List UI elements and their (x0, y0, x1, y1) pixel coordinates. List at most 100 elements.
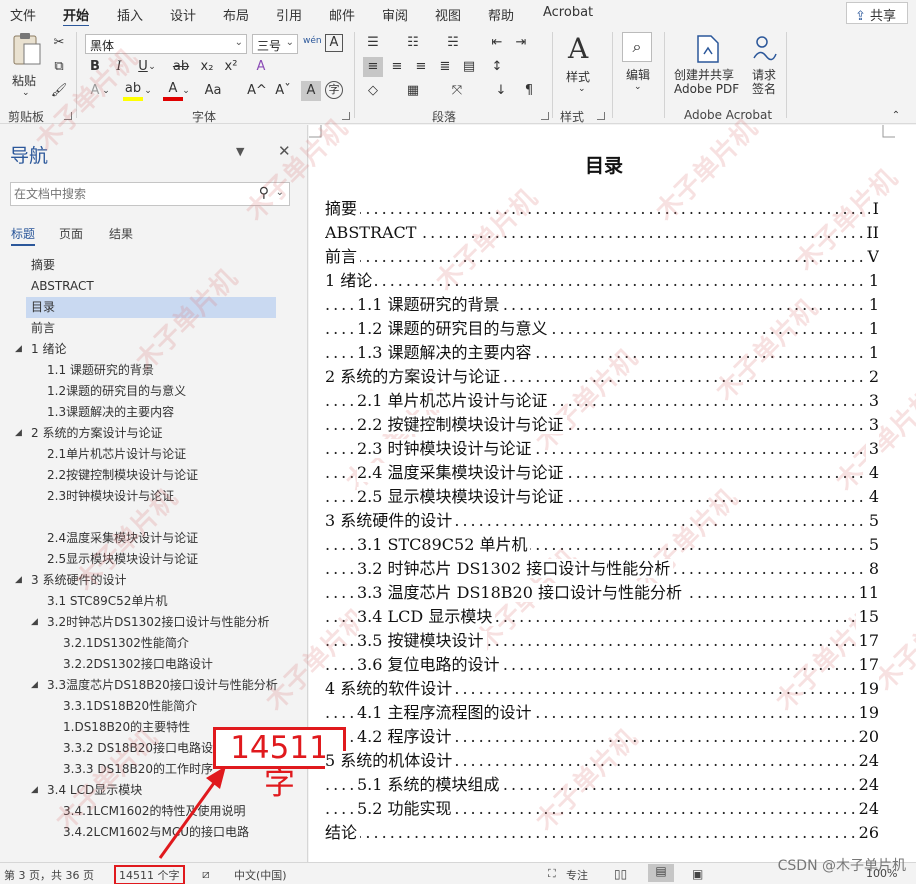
cut-icon[interactable]: ✂ (49, 33, 69, 53)
toc-entry[interactable]: ........................................… (325, 749, 879, 773)
proofing-icon[interactable]: ⧄ (202, 867, 210, 882)
nav-search-input[interactable] (11, 183, 241, 205)
tab-acrobat[interactable]: Acrobat (543, 5, 593, 20)
nav-heading-item[interactable]: 2.1单片机芯片设计与论证 (0, 444, 300, 465)
styles-launcher-icon[interactable] (597, 112, 605, 120)
toc-entry[interactable]: ........................................… (325, 701, 879, 725)
search-icon[interactable]: ⚲ (259, 185, 269, 201)
toc-entry[interactable]: ........................................… (325, 629, 879, 653)
toc-entry[interactable]: ........................................… (325, 605, 879, 629)
toc-entry[interactable]: ........................................… (325, 821, 879, 845)
nav-heading-item[interactable]: ◢ 2 系统的方案设计与论证 (0, 423, 300, 444)
nav-heading-item[interactable]: 1.1 课题研究的背景 (0, 360, 300, 381)
toc-entry[interactable]: ........................................… (325, 197, 879, 221)
toc-entry[interactable]: ........................................… (325, 725, 879, 749)
tab-layout[interactable]: 布局 (223, 5, 249, 24)
phonetic-guide-icon[interactable]: wén (303, 33, 322, 49)
toc-entry[interactable]: ........................................… (325, 509, 879, 533)
toc-entry[interactable]: ........................................… (325, 365, 879, 389)
toc-entry[interactable]: ........................................… (325, 557, 879, 581)
distributed-icon[interactable]: ▤ (459, 57, 479, 77)
toc-entry[interactable]: ........................................… (325, 413, 879, 437)
show-marks-icon[interactable]: ¶ (519, 81, 539, 101)
collapse-arrow-icon[interactable]: ◢ (31, 780, 38, 801)
editing-button[interactable]: ⌕ 编辑 ⌄ (620, 32, 656, 102)
highlight-icon[interactable]: ab (123, 81, 143, 101)
align-left-icon[interactable]: ≡ (363, 57, 383, 77)
read-mode-icon[interactable]: ▯▯ (614, 867, 627, 881)
close-icon[interactable]: ✕ (278, 142, 291, 160)
toc-entry[interactable]: ........................................… (325, 245, 879, 269)
paragraph-launcher-icon[interactable] (541, 112, 549, 120)
collapse-arrow-icon[interactable]: ◢ (15, 570, 22, 591)
shading-icon[interactable]: ◇ (363, 81, 383, 101)
increase-indent-icon[interactable]: ⇥ (511, 33, 531, 53)
change-case-button[interactable]: Aa (201, 81, 225, 101)
toc-entry[interactable]: ........................................… (325, 677, 879, 701)
nav-heading-item[interactable]: 1.3课题解决的主要内容 (0, 402, 300, 423)
borders-icon[interactable]: ▦ (403, 81, 423, 101)
toc-entry[interactable]: ........................................… (325, 437, 879, 461)
styles-button[interactable]: A 样式 ⌄ (562, 32, 602, 102)
font-launcher-icon[interactable] (342, 112, 350, 120)
nav-heading-item[interactable]: ◢ 3.2时钟芯片DS1302接口设计与性能分析 (0, 612, 300, 633)
nav-heading-item[interactable]: 前言 (0, 318, 300, 339)
bold-button[interactable]: B (85, 57, 105, 77)
share-button[interactable]: ⇪ 共享 (846, 2, 908, 24)
nav-heading-item[interactable]: 2.3时钟模块设计与论证 (0, 486, 300, 507)
nav-heading-item[interactable]: 2.4温度采集模块设计与论证 (0, 528, 300, 549)
collapse-arrow-icon[interactable]: ◢ (31, 612, 38, 633)
nav-heading-item[interactable]: 目录 (26, 297, 276, 318)
create-share-pdf-button[interactable]: 创建并共享 Adobe PDF (672, 32, 744, 102)
nav-heading-item[interactable]: 2.2按键控制模块设计与论证 (0, 465, 300, 486)
chevron-down-icon[interactable]: ⌄ (147, 57, 157, 77)
chevron-down-icon[interactable]: ⌄ (276, 187, 284, 198)
nav-tab-headings[interactable]: 标题 (11, 225, 36, 246)
numbering-icon[interactable]: ☷ (403, 33, 423, 53)
shrink-font-button[interactable]: Aˇ (273, 81, 293, 101)
multilevel-list-icon[interactable]: ☵ (443, 33, 463, 53)
toc-entry[interactable]: ........................................… (325, 269, 879, 293)
word-count[interactable]: 14511 个字 (114, 865, 185, 884)
print-layout-icon[interactable]: ▤ (648, 864, 674, 882)
nav-options-icon[interactable]: ▼ (236, 145, 244, 158)
request-signature-button[interactable]: 请求 签名 (748, 32, 782, 102)
toc-entry[interactable]: ........................................… (325, 389, 879, 413)
decrease-indent-icon[interactable]: ⇤ (487, 33, 507, 53)
nav-heading-item[interactable]: 3.1 STC89C52单片机 (0, 591, 300, 612)
focus-icon[interactable]: ⛶ (548, 867, 556, 881)
focus-label[interactable]: 专注 (566, 867, 588, 883)
clear-format-icon[interactable]: A (251, 57, 271, 77)
italic-button[interactable]: I (109, 57, 129, 77)
chinese-layout-icon[interactable]: ⤧ (447, 81, 467, 101)
toc-entry[interactable]: ........................................… (325, 293, 879, 317)
nav-tab-pages[interactable]: 页面 (59, 225, 83, 242)
subscript-button[interactable]: x₂ (197, 57, 217, 77)
nav-tab-results[interactable]: 结果 (109, 225, 133, 242)
font-color-icon[interactable]: A (163, 81, 183, 101)
nav-heading-item[interactable]: ◢ 3 系统硬件的设计 (0, 570, 300, 591)
nav-heading-item[interactable]: ◢ 3.4 LCD显示模块 (0, 780, 300, 801)
tab-mailings[interactable]: 邮件 (329, 5, 355, 24)
toc-entry[interactable]: ........................................… (325, 221, 879, 245)
font-size-select[interactable]: 三号 ⌄ (252, 34, 298, 54)
paste-button[interactable]: 粘贴 ⌄ (8, 32, 44, 98)
nav-heading-item[interactable]: ◢ 3.3温度芯片DS18B20接口设计与性能分析 (0, 675, 300, 696)
nav-heading-item[interactable]: 3.4.2LCM1602与MCU的接口电路 (0, 822, 300, 843)
bullets-icon[interactable]: ☰ (363, 33, 383, 53)
nav-heading-item[interactable]: ◢ 1 绪论 (0, 339, 300, 360)
grow-font-button[interactable]: A^ (247, 81, 267, 101)
align-right-icon[interactable]: ≡ (411, 57, 431, 77)
tab-insert[interactable]: 插入 (117, 5, 143, 24)
chevron-down-icon[interactable]: ⌄ (101, 81, 111, 101)
font-name-select[interactable]: 黑体 ⌄ (85, 34, 247, 54)
toc-entry[interactable]: ........................................… (325, 317, 879, 341)
nav-heading-item[interactable]: 3.3.1DS18B20性能简介 (0, 696, 300, 717)
nav-heading-item[interactable]: 3.2.2DS1302接口电路设计 (0, 654, 300, 675)
nav-heading-item[interactable]: 3.2.1DS1302性能简介 (0, 633, 300, 654)
nav-heading-item[interactable] (0, 507, 300, 528)
toc-entry[interactable]: ........................................… (325, 341, 879, 365)
tab-references[interactable]: 引用 (276, 5, 302, 24)
format-painter-icon[interactable]: 🖌 (49, 81, 69, 101)
toc-entry[interactable]: ........................................… (325, 797, 879, 821)
